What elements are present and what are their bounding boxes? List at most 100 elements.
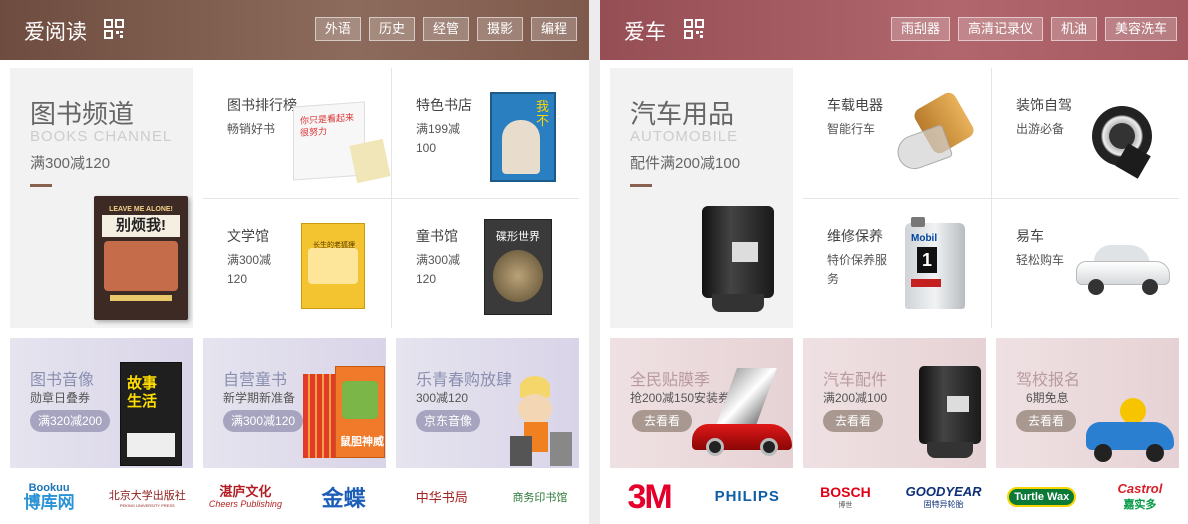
tag-engine-oil[interactable]: 机油 [1050,17,1097,41]
wo-bu-book-image: 我不 [490,92,556,182]
promo-subtitle: 满200减100 [823,391,888,405]
pku-press-logo[interactable]: 北京大学出版社 PEKING UNIVERSITY PRESS [98,487,196,508]
promo-button[interactable]: 满300减120 [223,410,304,432]
promo-title: 自营童书 [223,372,288,389]
cell-title: 特色书店 [416,97,472,113]
special-bookstore-cell[interactable]: 特色书店 满199减100 我不 [392,68,580,198]
oil-filter-small-image [919,366,981,462]
car-header: 爱车 雨刮器 高清记录仪 机油 美容洗车 [600,0,1188,60]
promo-subtitle: 新学期新准备 [223,391,296,405]
promo-subtitle: 6期免息 [1026,391,1069,405]
literature-book-image: 长生的老狐狸 [301,223,365,309]
car-floor: 爱车 雨刮器 高清记录仪 机油 美容洗车 汽车用品 AUTOMOBILE 配件满… [600,0,1188,524]
cell-title: 装饰自驾 [1016,97,1072,113]
driving-school-promo[interactable]: 驾校报名 6期免息 去看看 [996,338,1179,468]
cheers-publishing-logo[interactable]: 湛庐文化 Cheers Publishing [196,485,294,510]
books-media-promo[interactable]: 图书音像 勋章日叠券 满320减200 故事生活 [10,338,193,468]
publisher-logos: Bookuu 博库网 北京大学出版社 PEKING UNIVERSITY PRE… [0,470,589,524]
cell-title: 易车 [1016,228,1044,244]
maintenance-cell[interactable]: 维修保养 特价保养服务 Mobil 1 [803,199,991,329]
cell-subtitle: 满300减120 [416,253,461,286]
cell-subtitle: 满199减100 [416,122,461,155]
promo-button[interactable]: 去看看 [823,410,884,432]
buy-car-cell[interactable]: 易车 轻松购车 [992,199,1180,329]
automobile-title: 汽车用品 [630,99,735,129]
cell-subtitle: 轻松购车 [1016,253,1065,267]
cell-title: 车载电器 [827,97,883,113]
red-sports-car-image [692,368,792,458]
cartoon-car-image [1082,398,1178,464]
promo-button[interactable]: 去看看 [1016,410,1077,432]
promo-subtitle: 300减120 [416,391,469,405]
books-channel-title: 图书频道 [30,99,135,129]
tag-car-wash[interactable]: 美容洗车 [1104,17,1177,41]
tag-programming[interactable]: 编程 [530,17,577,41]
car-electronics-cell[interactable]: 车载电器 智能行车 [803,68,991,198]
castrol-logo[interactable]: Castrol 嘉实多 [1091,482,1188,512]
promo-subtitle: 勋章日叠券 [30,391,91,405]
reading-tags: 外语 历史 经管 摄影 编程 [307,17,577,41]
story-book-image: 故事生活 [120,362,182,466]
promo-button[interactable]: 满320减200 [30,410,111,432]
phone-mount-image [1092,98,1162,179]
cell-subtitle: 特价保养服务 [827,253,888,286]
divider [30,184,52,187]
tag-wipers[interactable]: 雨刮器 [890,17,950,41]
divider [630,184,652,187]
car-decoration-cell[interactable]: 装饰自驾 出游必备 [992,68,1180,198]
childrens-books-promo[interactable]: 自营童书 新学期新准备 满300减120 鼠胆神威 [203,338,386,468]
zhonghua-book-logo[interactable]: 中华书局 [393,487,491,507]
books-channel-card[interactable]: 图书频道 BOOKS CHANNEL 满300减120 LEAVE ME ALO… [10,68,193,328]
cell-title: 维修保养 [827,228,883,244]
qr-code-icon[interactable] [104,19,124,39]
car-title: 爱车 [624,21,666,44]
tag-business[interactable]: 经管 [422,17,469,41]
cell-title: 图书排行榜 [227,97,297,113]
qr-code-icon[interactable] [684,19,704,39]
kingdee-logo[interactable]: 金蝶 [295,481,393,513]
tag-dashcam[interactable]: 高清记录仪 [957,17,1043,41]
leave-me-alone-book-image: LEAVE ME ALONE! 别烦我! [94,196,188,320]
promo-button[interactable]: 京东音像 [416,410,481,432]
philips-logo[interactable]: PHILIPS [698,488,796,506]
cell-subtitle: 智能行车 [827,122,876,136]
car-vacuum-image [891,89,983,178]
promo-title: 汽车配件 [823,372,888,389]
promo-subtitle: 抢200减150安装券 [630,391,731,405]
books-channel-promo: 满300减120 [30,155,111,172]
discworld-book-image: 碟形世界 [484,219,552,315]
promo-title: 乐青春购放肆 [416,372,513,389]
commercial-press-logo[interactable]: 商务印书馆 [491,488,589,506]
tag-foreign-language[interactable]: 外语 [314,17,361,41]
oil-filter-image [702,206,774,318]
car-parts-promo[interactable]: 汽车配件 满200减100 去看看 [803,338,986,468]
bookuu-logo[interactable]: Bookuu 博库网 [0,482,98,512]
mobil-oil-image: Mobil 1 [905,217,965,309]
promo-title: 图书音像 [30,372,95,389]
automobile-card[interactable]: 汽车用品 AUTOMOBILE 配件满200减100 [610,68,793,328]
turtle-wax-logo[interactable]: Turtle Wax [993,487,1091,507]
tag-photography[interactable]: 摄影 [476,17,523,41]
promo-title: 驾校报名 [1016,372,1081,389]
reading-header: 爱阅读 外语 历史 经管 摄影 编程 [0,0,589,60]
bosch-logo[interactable]: BOSCH 博世 [796,484,894,510]
automobile-promo: 配件满200减100 [630,155,741,172]
tag-history[interactable]: 历史 [368,17,415,41]
youth-media-promo[interactable]: 乐青春购放肆 300减120 京东音像 [396,338,579,468]
cell-subtitle: 畅销好书 [227,122,276,136]
automobile-subtitle: AUTOMOBILE [630,128,739,145]
white-sedan-image [1076,245,1170,295]
childrens-books-cell[interactable]: 童书馆 满300减120 碟形世界 [392,199,580,329]
bestseller-cell[interactable]: 图书排行榜 畅销好书 你只是看起来很努力 [203,68,391,198]
promo-title: 全民贴膜季 [630,372,711,389]
reading-title: 爱阅读 [24,21,87,44]
bookmark-image [349,138,391,184]
goodyear-logo[interactable]: GOODYEAR 固特异轮胎 [895,484,993,510]
anime-figures-image [510,376,576,466]
cell-subtitle: 满300减120 [227,253,272,286]
window-film-promo[interactable]: 全民贴膜季 抢200减150安装券 去看看 [610,338,793,468]
3m-logo[interactable]: 3M [600,478,698,517]
literature-cell[interactable]: 文学馆 满300减120 长生的老狐狸 [203,199,391,329]
car-tags: 雨刮器 高清记录仪 机油 美容洗车 [883,17,1177,41]
promo-button[interactable]: 去看看 [632,410,693,432]
